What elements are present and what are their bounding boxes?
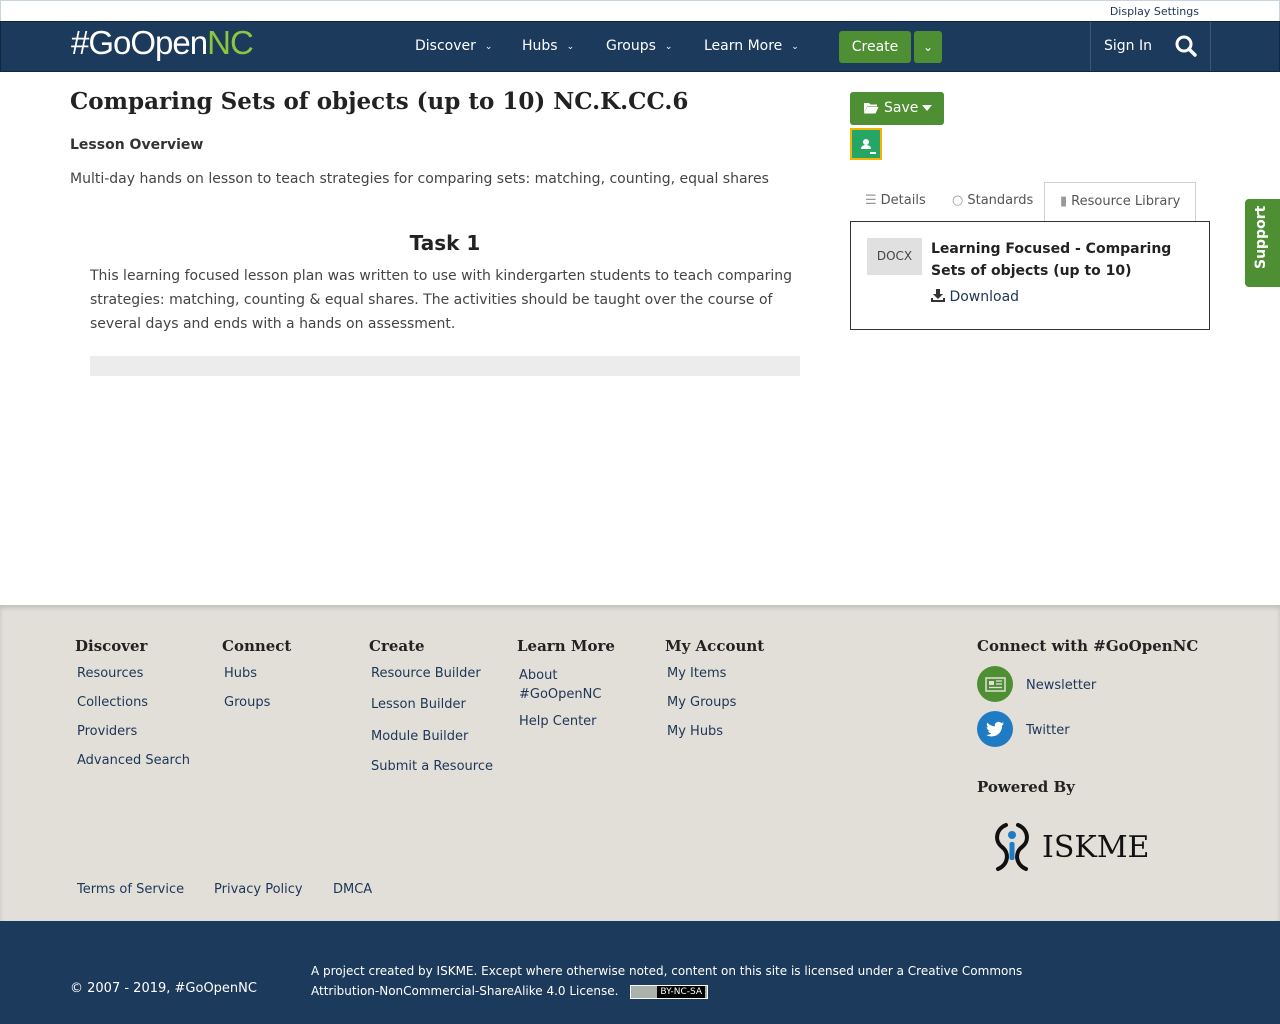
- google-classroom-icon: [852, 130, 880, 158]
- caret-down-icon: [922, 105, 932, 111]
- twitter-icon[interactable]: [977, 711, 1013, 747]
- tab-resource-library-label: Resource Library: [1071, 194, 1181, 209]
- save-button[interactable]: Save: [850, 92, 944, 125]
- utility-bar: Display Settings: [0, 0, 1280, 21]
- footer-link-resources[interactable]: Resources: [77, 666, 143, 681]
- footer-link-my-groups[interactable]: My Groups: [667, 695, 736, 710]
- footer-link-newsletter[interactable]: Newsletter: [1026, 678, 1096, 693]
- nav-groups[interactable]: Groups ⌄: [606, 38, 672, 54]
- resource-title[interactable]: Learning Focused - Comparing Sets of obj…: [931, 238, 1203, 282]
- chevron-down-icon: ⌄: [484, 42, 493, 52]
- book-icon: ▮: [1060, 194, 1068, 209]
- footer-link-help-center[interactable]: Help Center: [519, 714, 597, 729]
- footer-link-dmca[interactable]: DMCA: [333, 882, 372, 897]
- tab-standards[interactable]: ○ Standards: [952, 193, 1033, 208]
- logo-prefix: #GoOpen: [71, 24, 208, 61]
- footer-heading-connect: Connect: [222, 637, 292, 655]
- nav-learn-more[interactable]: Learn More ⌄: [704, 38, 799, 54]
- support-label: Support: [1253, 205, 1269, 269]
- download-link[interactable]: Download: [931, 289, 1019, 305]
- nav-learn-more-label: Learn More: [704, 38, 783, 54]
- iskme-logo-text: ISKME: [1042, 830, 1149, 865]
- main-navbar: #GoOpenNC Discover ⌄ Hubs ⌄ Groups ⌄ Learn …: [0, 21, 1280, 72]
- tab-standards-label: Standards: [967, 193, 1034, 208]
- footer-heading-discover: Discover: [75, 637, 148, 655]
- task-title: Task 1: [409, 231, 481, 255]
- nav-divider: [1090, 22, 1091, 71]
- iskme-logo[interactable]: ISKME: [988, 815, 1158, 875]
- footer-link-providers[interactable]: Providers: [77, 724, 137, 739]
- search-icon[interactable]: [1174, 34, 1198, 58]
- newsletter-icon[interactable]: [977, 666, 1013, 702]
- footer-link-privacy[interactable]: Privacy Policy: [214, 882, 303, 897]
- footer-link-resource-builder[interactable]: Resource Builder: [371, 666, 481, 681]
- site-logo[interactable]: #GoOpenNC: [71, 24, 254, 62]
- footer-link-my-items[interactable]: My Items: [667, 666, 726, 681]
- footer-link-lesson-builder[interactable]: Lesson Builder: [371, 697, 466, 712]
- footer-link-groups[interactable]: Groups: [224, 695, 270, 710]
- footer-link-submit-resource[interactable]: Submit a Resource: [371, 759, 493, 774]
- footer-link-collections[interactable]: Collections: [77, 695, 148, 710]
- powered-by-heading: Powered By: [977, 778, 1075, 796]
- chevron-down-icon: ⌄: [922, 40, 934, 54]
- display-settings-link[interactable]: Display Settings: [1110, 5, 1199, 18]
- sign-in-link[interactable]: Sign In: [1104, 38, 1152, 54]
- footer-link-about[interactable]: About #GoOpenNC: [517, 666, 627, 704]
- logo-suffix: NC: [207, 24, 254, 61]
- tab-resource-library[interactable]: ▮ Resource Library: [1044, 182, 1197, 222]
- folder-open-icon: [864, 103, 879, 114]
- resource-library-panel: DOCX Learning Focused - Comparing Sets o…: [850, 221, 1210, 330]
- cc-license-badge[interactable]: BY-NC-SA: [630, 984, 709, 999]
- circle-icon: ○: [952, 193, 964, 208]
- footer-heading-learn-more: Learn More: [517, 637, 615, 655]
- footer-heading-connect-with: Connect with #GoOpenNC: [977, 637, 1199, 655]
- tab-details-label: Details: [880, 193, 926, 208]
- footer-link-my-hubs[interactable]: My Hubs: [667, 724, 723, 739]
- site-footer: Discover Resources Collections Providers…: [0, 605, 1280, 921]
- download-icon: [931, 289, 945, 302]
- footer-link-terms[interactable]: Terms of Service: [77, 882, 184, 897]
- license-block: A project created by ISKME. Except where…: [311, 961, 1051, 1001]
- lesson-overview-heading: Lesson Overview: [70, 137, 204, 153]
- create-button[interactable]: Create: [839, 31, 911, 63]
- footer-link-advanced-search[interactable]: Advanced Search: [77, 753, 190, 768]
- nav-discover[interactable]: Discover ⌄: [415, 38, 492, 54]
- embedded-content-bar: [90, 356, 800, 376]
- bottom-bar: © 2007 - 2019, #GoOpenNC A project creat…: [0, 921, 1280, 1024]
- page-title: Comparing Sets of objects (up to 10) NC.…: [70, 88, 689, 115]
- google-classroom-button[interactable]: [850, 128, 882, 160]
- chevron-down-icon: ⌄: [664, 42, 673, 52]
- copyright-text: © 2007 - 2019, #GoOpenNC: [70, 981, 257, 996]
- footer-heading-create: Create: [369, 637, 425, 655]
- list-icon: ☰: [865, 193, 877, 208]
- create-dropdown-toggle[interactable]: ⌄: [914, 31, 942, 63]
- nav-discover-label: Discover: [415, 38, 476, 54]
- cc-badge-label: BY-NC-SA: [657, 985, 706, 998]
- nav-divider: [1210, 22, 1211, 71]
- download-label: Download: [949, 289, 1020, 305]
- resource-tabs: ☰ Details ○ Standards ▮ Resource Library: [850, 182, 1210, 222]
- support-tab[interactable]: Support: [1245, 199, 1280, 287]
- nav-groups-label: Groups: [606, 38, 656, 54]
- chevron-down-icon: ⌄: [791, 42, 799, 52]
- nav-hubs-label: Hubs: [522, 38, 558, 54]
- lesson-overview-text: Multi-day hands on lesson to teach strat…: [70, 171, 769, 187]
- task-description: This learning focused lesson plan was wr…: [90, 268, 793, 332]
- footer-link-module-builder[interactable]: Module Builder: [371, 729, 468, 744]
- footer-heading-my-account: My Account: [665, 637, 765, 655]
- file-type-badge: DOCX: [867, 238, 922, 275]
- chevron-down-icon: ⌄: [566, 42, 575, 52]
- save-button-label: Save: [884, 100, 919, 116]
- nav-hubs[interactable]: Hubs ⌄: [522, 38, 574, 54]
- tab-details[interactable]: ☰ Details: [865, 193, 926, 208]
- footer-link-hubs[interactable]: Hubs: [224, 666, 257, 681]
- footer-link-twitter[interactable]: Twitter: [1026, 723, 1070, 738]
